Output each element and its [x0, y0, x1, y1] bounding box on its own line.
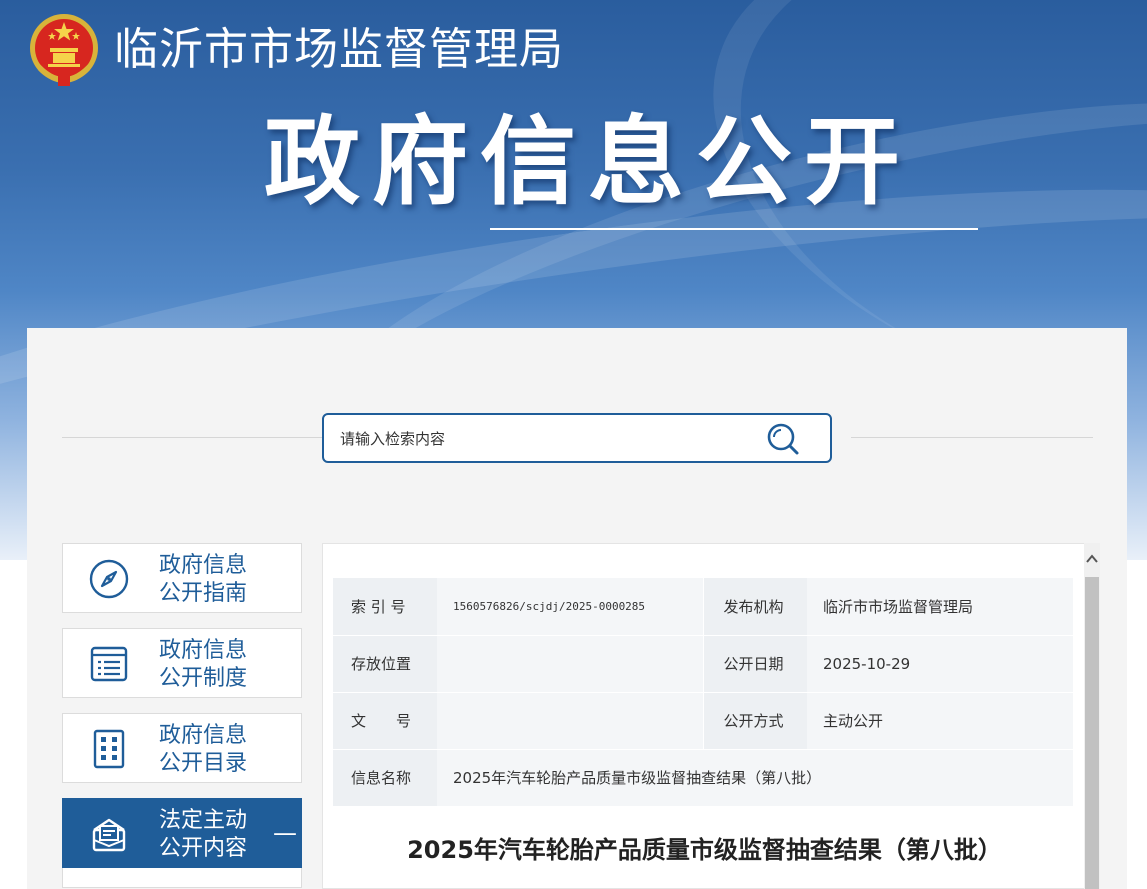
meta-label: 信息名称 — [333, 749, 437, 807]
sidebar-item-label: 政府信息 公开制度 — [159, 638, 248, 691]
newspaper-icon — [92, 818, 126, 852]
content-panel: 索 引 号 1560576826/scjdj/2025-0000285 发布机构… — [322, 543, 1085, 889]
meta-label: 公开方式 — [702, 692, 807, 750]
search-section — [27, 412, 1127, 464]
sidebar-item-guide[interactable]: 政府信息 公开指南 — [62, 543, 302, 613]
main-panel: 政府信息 公开指南 政府信息 公开制度 — [27, 328, 1127, 889]
document-list-icon — [90, 646, 128, 682]
collapse-toggle[interactable]: — — [273, 819, 297, 847]
meta-value: 临沂市市场监督管理局 — [807, 578, 1073, 636]
sidebar-nav: 政府信息 公开指南 政府信息 公开制度 政府信息 公开目录 法定主动 公开内容 … — [62, 543, 302, 888]
meta-value: 1560576826/scjdj/2025-0000285 — [437, 578, 703, 636]
sidebar-item-system[interactable]: 政府信息 公开制度 — [62, 628, 302, 698]
meta-value: 2025年汽车轮胎产品质量市级监督抽查结果（第八批） — [437, 749, 1073, 807]
site-name: 临沂市市场监督管理局 — [114, 24, 564, 75]
search-box — [322, 413, 832, 463]
meta-label: 文 号 — [333, 692, 437, 750]
meta-value: 2025-10-29 — [807, 635, 1073, 693]
compass-icon — [89, 559, 129, 599]
catalog-grid-icon — [93, 729, 125, 769]
national-emblem-icon — [30, 14, 98, 86]
meta-label: 索 引 号 — [333, 578, 437, 636]
hero-underline — [490, 228, 978, 230]
chevron-up-icon[interactable] — [1084, 551, 1100, 567]
meta-value — [437, 635, 703, 693]
search-divider-left — [62, 437, 327, 438]
scrollbar-thumb[interactable] — [1085, 577, 1099, 889]
meta-value: 主动公开 — [807, 692, 1073, 750]
sidebar-item-label: 政府信息 公开目录 — [159, 723, 248, 776]
article-title: 2025年汽车轮胎产品质量市级监督抽查结果（第八批） — [407, 836, 1002, 864]
hero-title: 政府信息公开 — [264, 106, 912, 218]
meta-label: 公开日期 — [702, 635, 807, 693]
table-row: 存放位置 公开日期 2025-10-29 — [333, 635, 1073, 693]
table-row: 信息名称 2025年汽车轮胎产品质量市级监督抽查结果（第八批） — [333, 749, 1073, 807]
meta-label: 存放位置 — [333, 635, 437, 693]
meta-value — [437, 692, 703, 750]
sidebar-item-label: 法定主动 公开内容 — [159, 808, 248, 861]
table-row: 索 引 号 1560576826/scjdj/2025-0000285 发布机构… — [333, 578, 1073, 636]
sidebar-item-statutory[interactable]: 法定主动 公开内容 — — [62, 798, 302, 868]
metadata-table: 索 引 号 1560576826/scjdj/2025-0000285 发布机构… — [333, 578, 1073, 807]
sidebar-item-catalog[interactable]: 政府信息 公开目录 — [62, 713, 302, 783]
search-divider-right — [851, 437, 1093, 438]
search-input[interactable] — [340, 427, 740, 451]
meta-label: 发布机构 — [702, 578, 807, 636]
scrollbar[interactable] — [1084, 543, 1100, 889]
search-icon[interactable] — [764, 421, 802, 457]
table-row: 文 号 公开方式 主动公开 — [333, 692, 1073, 750]
sidebar-submenu — [62, 868, 302, 888]
sidebar-item-label: 政府信息 公开指南 — [159, 553, 248, 606]
